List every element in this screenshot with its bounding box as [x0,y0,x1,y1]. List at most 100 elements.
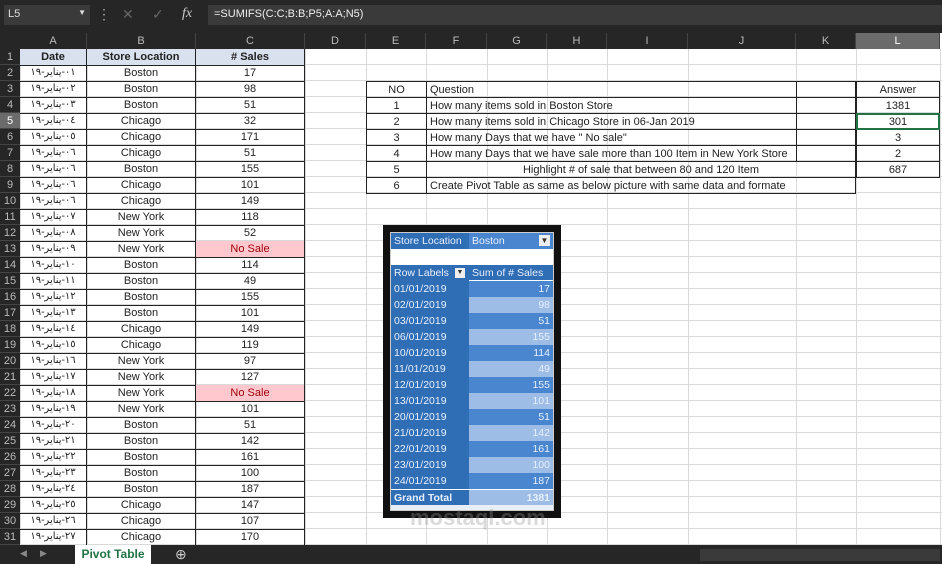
store-cell[interactable]: Boston [87,465,196,482]
sales-cell[interactable]: 52 [196,225,305,242]
date-cell[interactable]: ٠٤-يناير-١٩ [20,113,87,130]
row-header-10[interactable]: 10 [0,193,20,209]
question-no[interactable]: 1 [366,97,426,114]
date-cell[interactable]: ١٧-يناير-١٩ [20,369,87,386]
question-text[interactable]: Create Pivot Table as same as below pict… [426,177,856,194]
store-cell[interactable]: Boston [87,417,196,434]
store-cell[interactable]: Chicago [87,193,196,210]
header-cell[interactable]: # Sales [196,49,305,66]
row-header-25[interactable]: 25 [0,433,20,449]
sales-cell[interactable]: 119 [196,337,305,354]
store-cell[interactable]: New York [87,353,196,370]
store-cell[interactable]: Chicago [87,177,196,194]
date-cell[interactable]: ١١-يناير-١٩ [20,273,87,290]
store-cell[interactable]: Chicago [87,321,196,338]
store-cell[interactable]: Chicago [87,529,196,546]
row-header-14[interactable]: 14 [0,257,20,273]
question-no[interactable]: 3 [366,129,426,146]
sales-cell[interactable]: 101 [196,401,305,418]
sales-cell[interactable]: 118 [196,209,305,226]
question-text[interactable]: How many items sold in Chicago Store in … [426,113,796,130]
date-cell[interactable]: ١٤-يناير-١٩ [20,321,87,338]
date-cell[interactable]: ٢٣-يناير-١٩ [20,465,87,482]
question-no[interactable]: 6 [366,177,426,194]
column-header-K[interactable]: K [796,33,856,49]
store-cell[interactable]: New York [87,401,196,418]
row-header-3[interactable]: 3 [0,81,20,97]
sales-cell[interactable]: 17 [196,65,305,82]
question-text[interactable]: Highlight # of sale that between 80 and … [426,161,856,178]
select-all-corner[interactable] [0,33,20,49]
column-header-G[interactable]: G [487,33,547,49]
answer-cell[interactable]: 1381 [856,97,940,114]
store-cell[interactable]: Chicago [87,497,196,514]
row-header-26[interactable]: 26 [0,449,20,465]
sales-cell[interactable]: 101 [196,177,305,194]
row-header-21[interactable]: 21 [0,369,20,385]
store-cell[interactable]: New York [87,225,196,242]
name-box[interactable]: L5 ▼ [4,5,90,25]
sales-cell[interactable]: 142 [196,433,305,450]
question-no[interactable]: 4 [366,145,426,162]
store-cell[interactable]: Chicago [87,145,196,162]
column-header-A[interactable]: A [20,33,87,49]
sales-cell[interactable]: No Sale [196,241,305,258]
date-cell[interactable]: ٠٦-يناير-١٩ [20,161,87,178]
row-header-5[interactable]: 5 [0,113,20,129]
store-cell[interactable]: Boston [87,305,196,322]
sales-cell[interactable]: 32 [196,113,305,130]
row-header-31[interactable]: 31 [0,529,20,545]
date-cell[interactable]: ٠٦-يناير-١٩ [20,145,87,162]
store-cell[interactable]: Boston [87,161,196,178]
question-no-header[interactable]: NO [366,81,426,98]
sales-cell[interactable]: 101 [196,305,305,322]
row-header-18[interactable]: 18 [0,321,20,337]
row-header-16[interactable]: 16 [0,289,20,305]
sales-cell[interactable]: 170 [196,529,305,546]
row-header-13[interactable]: 13 [0,241,20,257]
sales-cell[interactable]: 161 [196,449,305,466]
filter-icon[interactable]: ▼ [539,235,550,246]
store-cell[interactable]: Boston [87,257,196,274]
row-header-28[interactable]: 28 [0,481,20,497]
row-header-11[interactable]: 11 [0,209,20,225]
date-cell[interactable]: ١٠-يناير-١٩ [20,257,87,274]
date-cell[interactable]: ١٣-يناير-١٩ [20,305,87,322]
date-cell[interactable]: ٠٣-يناير-١٩ [20,97,87,114]
sales-cell[interactable]: 187 [196,481,305,498]
column-header-L[interactable]: L [856,33,940,49]
date-cell[interactable]: ٠١-يناير-١٩ [20,65,87,82]
answer-cell[interactable]: 2 [856,145,940,162]
scroll-right-icon[interactable]: ▶ [40,548,47,559]
store-cell[interactable]: Boston [87,81,196,98]
date-cell[interactable]: ١٥-يناير-١٩ [20,337,87,354]
row-header-6[interactable]: 6 [0,129,20,145]
row-header-9[interactable]: 9 [0,177,20,193]
store-cell[interactable]: Boston [87,273,196,290]
row-header-29[interactable]: 29 [0,497,20,513]
question-text[interactable]: How many items sold in Boston Store [426,97,796,114]
sales-cell[interactable]: 98 [196,81,305,98]
row-header-22[interactable]: 22 [0,385,20,401]
question-no[interactable]: 2 [366,113,426,130]
date-cell[interactable]: ٢٦-يناير-١٩ [20,513,87,530]
sales-cell[interactable]: 51 [196,417,305,434]
date-cell[interactable]: ٢٧-يناير-١٩ [20,529,87,546]
sales-cell[interactable]: 97 [196,353,305,370]
store-cell[interactable]: Boston [87,289,196,306]
row-header-1[interactable]: 1 [0,49,20,65]
sales-cell[interactable]: 51 [196,97,305,114]
store-cell[interactable]: Boston [87,433,196,450]
question-no[interactable]: 5 [366,161,426,178]
sales-cell[interactable]: 100 [196,465,305,482]
sales-cell[interactable]: 107 [196,513,305,530]
row-header-23[interactable]: 23 [0,401,20,417]
answer-header[interactable]: Answer [856,81,940,98]
date-cell[interactable]: ٢٢-يناير-١٩ [20,449,87,466]
enter-icon[interactable]: ✓ [152,6,164,23]
date-cell[interactable]: ٠٩-يناير-١٩ [20,241,87,258]
row-labels-dropdown-icon[interactable]: ▼ [455,268,465,278]
store-cell[interactable]: Chicago [87,129,196,146]
column-header-E[interactable]: E [366,33,426,49]
sales-cell[interactable]: 127 [196,369,305,386]
